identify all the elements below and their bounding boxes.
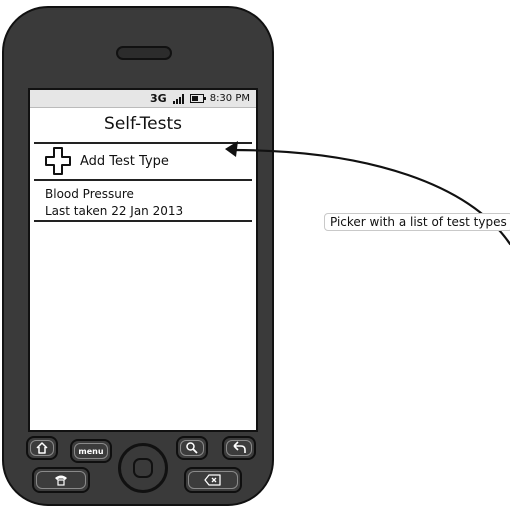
annotation-arrow [225,141,510,246]
annotation-callout: Picker with a list of test types [324,213,510,231]
